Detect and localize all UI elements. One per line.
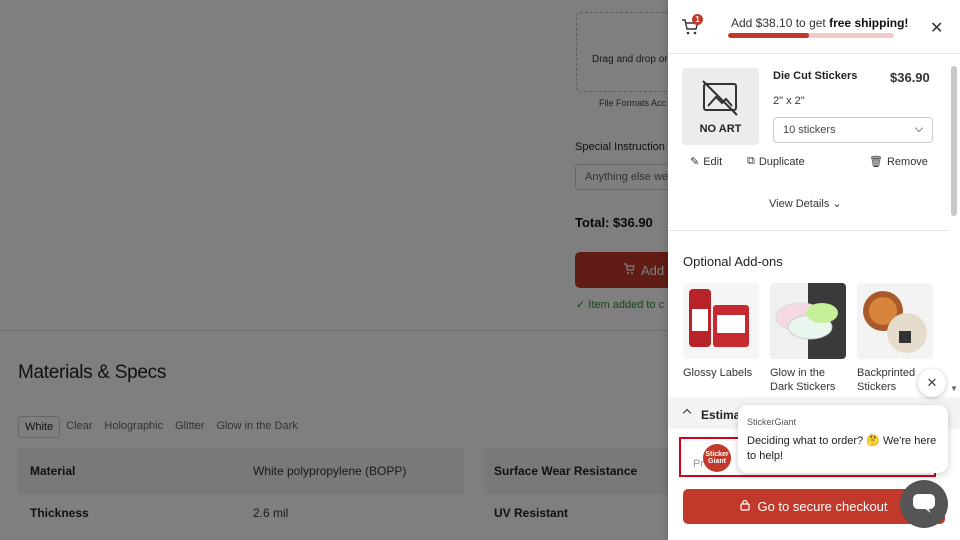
addon-name[interactable]: Glow in the Dark Stickers (770, 366, 850, 394)
shipping-progress-bar (728, 33, 894, 38)
view-details-label: View Details (769, 198, 830, 210)
addon-name[interactable]: Glossy Labels (683, 366, 752, 380)
edit-label: Edit (703, 155, 723, 168)
scroll-down-icon[interactable]: ▼ (950, 384, 958, 393)
close-icon[interactable]: ✕ (930, 18, 943, 38)
item-price: $36.90 (890, 70, 930, 85)
chevron-down-icon (914, 123, 924, 133)
no-image-icon (702, 80, 738, 116)
duplicate-button[interactable]: ⧉ Duplicate (747, 155, 805, 168)
shipping-progress-fill (728, 33, 810, 38)
checkout-label: Go to secure checkout (757, 499, 888, 514)
estimate-label: Estima (701, 408, 741, 422)
addon-image-glossy-labels[interactable] (683, 283, 759, 359)
free-shipping-message: Add $38.10 to get free shipping! (731, 16, 908, 30)
item-thumbnail: NO ART (682, 68, 759, 145)
copy-icon: ⧉ (747, 155, 755, 167)
item-size: 2" x 2" (773, 95, 805, 107)
divider (668, 230, 948, 231)
chat-icon (913, 494, 935, 513)
chat-launcher-button[interactable] (900, 480, 948, 528)
cart-header: 1 Add $38.10 to get free shipping! ✕ (668, 0, 960, 54)
chevron-down-icon: ⌄ (832, 198, 842, 210)
addon-image-glow-stickers[interactable] (770, 283, 846, 359)
chat-avatar: Sticker Giant (703, 444, 731, 472)
addons-heading: Optional Add-ons (683, 254, 783, 269)
shipping-prefix: Add $38.10 to get (731, 16, 830, 30)
item-name: Die Cut Stickers (773, 70, 858, 82)
duplicate-label: Duplicate (758, 155, 805, 168)
scrollbar[interactable] (951, 66, 957, 216)
chat-greeting-bubble[interactable]: StickerGiant Deciding what to order? 🤔 W… (738, 405, 948, 473)
edit-button[interactable]: ✎ Edit (690, 155, 723, 169)
quantity-select[interactable]: 10 stickers (773, 117, 933, 143)
view-details-toggle[interactable]: View Details ⌄ (769, 197, 842, 210)
cart-count-badge: 1 (692, 14, 703, 25)
trash-icon: 🗑 (869, 156, 883, 168)
lock-icon (740, 499, 751, 514)
shipping-bold: free shipping! (829, 16, 909, 30)
chat-sender-name: StickerGiant (747, 417, 797, 427)
chat-avatar-logo-text: Sticker Giant (705, 451, 729, 465)
close-icon: ✕ (926, 375, 938, 390)
pencil-icon: ✎ (690, 156, 700, 168)
modal-backdrop[interactable] (0, 0, 668, 540)
remove-label: Remove (886, 155, 928, 168)
chat-close-button[interactable]: ✕ (918, 369, 946, 397)
no-art-label: NO ART (699, 123, 742, 135)
chat-message: Deciding what to order? 🤔 We're here to … (747, 435, 937, 462)
addon-image-backprinted-stickers[interactable] (857, 283, 933, 359)
quantity-value: 10 stickers (783, 124, 836, 136)
remove-button[interactable]: 🗑 Remove (869, 155, 928, 169)
